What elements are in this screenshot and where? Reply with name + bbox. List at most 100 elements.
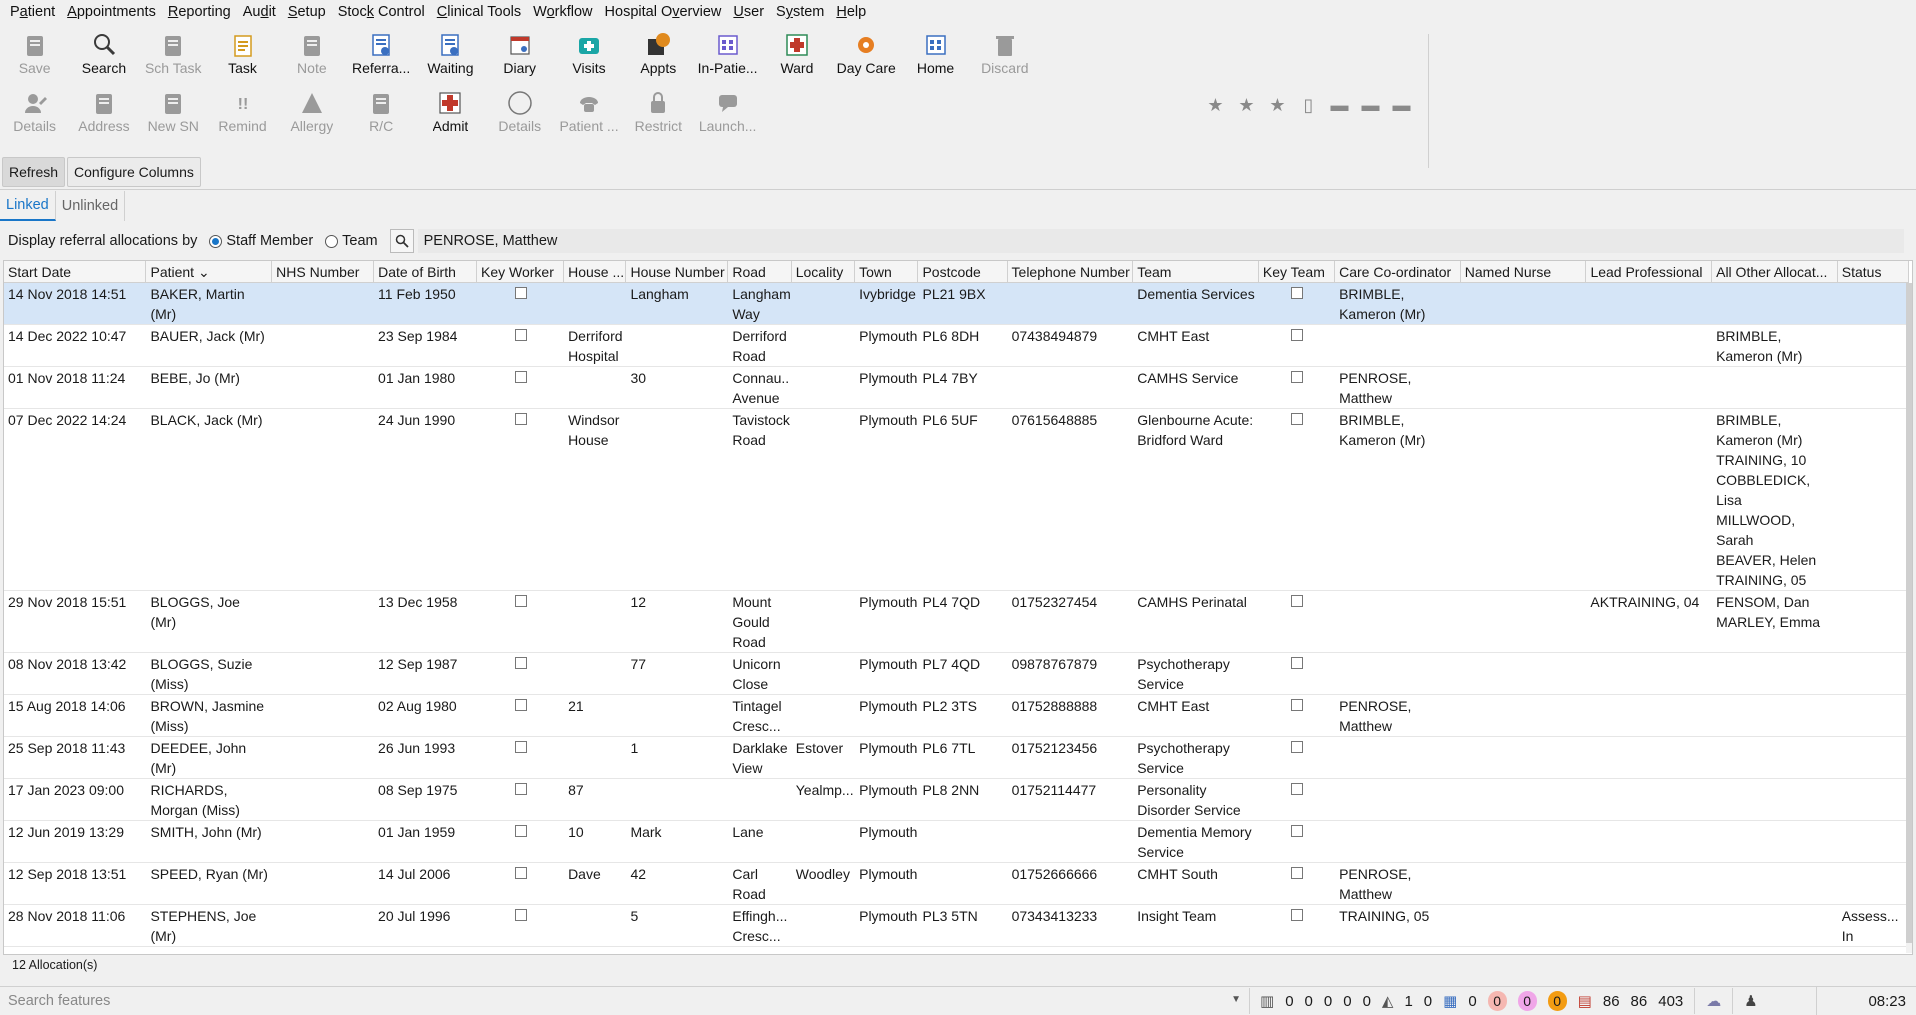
checkbox[interactable] <box>514 595 527 607</box>
selected-staff-field[interactable]: PENROSE, Matthew <box>417 229 1904 253</box>
menu-item[interactable]: Workflow <box>527 4 598 20</box>
menu-item[interactable]: Patient <box>4 4 61 20</box>
toolbar-button-referra[interactable]: Referra... <box>346 30 415 88</box>
menu-item[interactable]: User <box>727 4 770 20</box>
checkbox[interactable] <box>514 287 527 299</box>
checkbox[interactable] <box>1290 413 1303 425</box>
column-header-keyworker[interactable]: Key Worker <box>477 261 565 283</box>
radio-selected-icon[interactable] <box>209 234 223 248</box>
user-icon[interactable]: ♟ <box>1744 992 1757 1010</box>
toolbar-button-patient[interactable]: Patient ... <box>554 88 623 146</box>
checkbox[interactable] <box>514 657 527 669</box>
checkbox[interactable] <box>514 909 527 921</box>
toolbar-button-appts[interactable]: Appts <box>624 30 693 88</box>
weather-icon[interactable]: ☁ <box>1706 992 1721 1010</box>
checkbox[interactable] <box>1290 595 1303 607</box>
checkbox[interactable] <box>514 371 527 383</box>
toolbar-button-diary[interactable]: Diary <box>485 30 554 88</box>
checkbox[interactable] <box>1290 371 1303 383</box>
toolbar-button-details[interactable]: Details <box>0 88 69 146</box>
menu-item[interactable]: Hospital Overview <box>599 4 728 20</box>
menu-item[interactable]: System <box>770 4 830 20</box>
toolbar-button-day-care[interactable]: Day Care <box>832 30 901 88</box>
toolbar-button-visits[interactable]: Visits <box>554 30 623 88</box>
checkbox[interactable] <box>514 867 527 879</box>
table-row[interactable]: 14 Dec 2022 10:47 BAUER, Jack (Mr) 23 Sep … <box>4 325 1909 367</box>
refresh-button[interactable]: Refresh <box>2 157 66 187</box>
toolbar-button-restrict[interactable]: Restrict <box>624 88 693 146</box>
menu-item[interactable]: Setup <box>282 4 332 20</box>
checkbox[interactable] <box>514 329 527 341</box>
checkbox[interactable] <box>1290 867 1303 879</box>
configure-columns-button[interactable]: Configure Columns <box>67 157 201 187</box>
toolbar-button-address[interactable]: Address <box>69 88 138 146</box>
column-header-town[interactable]: Town <box>855 261 919 283</box>
checkbox[interactable] <box>514 825 527 837</box>
checkbox[interactable] <box>1290 287 1303 299</box>
checkbox[interactable] <box>1290 783 1303 795</box>
column-header-patient[interactable]: Patient ⌄ <box>146 261 273 283</box>
table-row[interactable]: 29 Nov 2018 15:51 BLOGGS, Joe (Mr) 13 Dec … <box>4 591 1909 653</box>
table-row[interactable]: 17 Jan 2023 09:00 RICHARDS, Morgan (Miss)… <box>4 779 1909 821</box>
toolbar-button-launch[interactable]: Launch... <box>693 88 762 146</box>
staff-search-button[interactable] <box>389 229 414 253</box>
menu-item[interactable]: Audit <box>237 4 282 20</box>
column-header-phone[interactable]: Telephone Number <box>1008 261 1134 283</box>
team-radio[interactable]: Team <box>325 233 378 249</box>
toolbar-button-remind[interactable]: !! Remind <box>208 88 277 146</box>
toolbar-button-home[interactable]: Home <box>901 30 970 88</box>
checkbox[interactable] <box>1290 699 1303 711</box>
column-header-status[interactable]: Status <box>1838 261 1910 283</box>
building-icon[interactable]: ▦ <box>1443 992 1457 1010</box>
table-row[interactable]: 15 Aug 2018 14:06 BROWN, Jasmine (Miss) 02… <box>4 695 1909 737</box>
column-header-start[interactable]: Start Date <box>4 261 147 283</box>
column-header-locality[interactable]: Locality <box>792 261 856 283</box>
column-header-postcode[interactable]: Postcode <box>918 261 1008 283</box>
column-header-team[interactable]: Team <box>1133 261 1259 283</box>
column-header-nhs[interactable]: NHS Number <box>272 261 375 283</box>
status-badge[interactable]: 0 <box>1547 991 1567 1011</box>
table-row[interactable]: 14 Nov 2018 14:51 BAKER, Martin (Mr) 11 Fe… <box>4 283 1909 325</box>
feature-search-input[interactable]: Search features ▼ <box>0 988 1250 1014</box>
toolbar-button-sch-task[interactable]: Sch Task <box>139 30 208 88</box>
checkbox[interactable] <box>1290 657 1303 669</box>
toolbar-button-search[interactable]: Search <box>69 30 138 88</box>
toolbar-button-ward[interactable]: Ward <box>762 30 831 88</box>
checkbox[interactable] <box>1290 909 1303 921</box>
column-header-lead[interactable]: Lead Professional <box>1586 261 1713 283</box>
checkbox[interactable] <box>1290 741 1303 753</box>
toolbar-button-allergy[interactable]: Allergy <box>277 88 346 146</box>
vehicle-icon[interactable]: ◭ <box>1382 992 1394 1010</box>
status-badge[interactable]: 0 <box>1487 991 1507 1011</box>
checkbox[interactable] <box>514 413 527 425</box>
toolbar-button-save[interactable]: Save <box>0 30 69 88</box>
star-icon[interactable]: ★ <box>1237 95 1256 115</box>
column-header-dob[interactable]: Date of Birth <box>374 261 477 283</box>
column-header-road[interactable]: Road <box>728 261 792 283</box>
vertical-scrollbar[interactable] <box>1906 283 1912 953</box>
table-row[interactable]: 08 Nov 2018 13:42 BLOGGS, Suzie (Miss) 12 … <box>4 653 1909 695</box>
toolbar-button-waiting[interactable]: Waiting <box>416 30 485 88</box>
window-icon[interactable]: ▬ <box>1330 95 1349 115</box>
table-row[interactable]: 01 Nov 2018 11:24 BEBE, Jo (Mr) 01 Jan 198… <box>4 367 1909 409</box>
menu-item[interactable]: Reporting <box>162 4 237 20</box>
star-icon[interactable]: ★ <box>1268 95 1287 115</box>
menu-item[interactable]: Help <box>830 4 872 20</box>
checkbox[interactable] <box>514 699 527 711</box>
toolbar-button-task[interactable]: Task <box>208 30 277 88</box>
printer-icon[interactable]: ▬ <box>1392 95 1411 115</box>
column-header-careco[interactable]: Care Co-ordinator <box>1335 261 1461 283</box>
bed-stats-icon[interactable]: ▥ <box>1260 992 1274 1010</box>
document-icon[interactable]: ▯ <box>1299 95 1318 115</box>
toolbar-button-discard[interactable]: Discard <box>970 30 1039 88</box>
column-header-keyteam[interactable]: Key Team <box>1259 261 1336 283</box>
menu-item[interactable]: Appointments <box>61 4 162 20</box>
menu-item[interactable]: Stock Control <box>332 4 431 20</box>
table-row[interactable]: 07 Dec 2022 14:24 BLACK, Jack (Mr) 24 Jun … <box>4 409 1909 591</box>
chevron-down-icon[interactable]: ▼ <box>1231 994 1241 1005</box>
tab-unlinked[interactable]: Unlinked <box>56 191 126 221</box>
printer-alt-icon[interactable]: ▬ <box>1361 95 1380 115</box>
column-header-nurse[interactable]: Named Nurse <box>1461 261 1587 283</box>
calendar-icon[interactable]: ▤ <box>1578 992 1592 1010</box>
checkbox[interactable] <box>1290 825 1303 837</box>
